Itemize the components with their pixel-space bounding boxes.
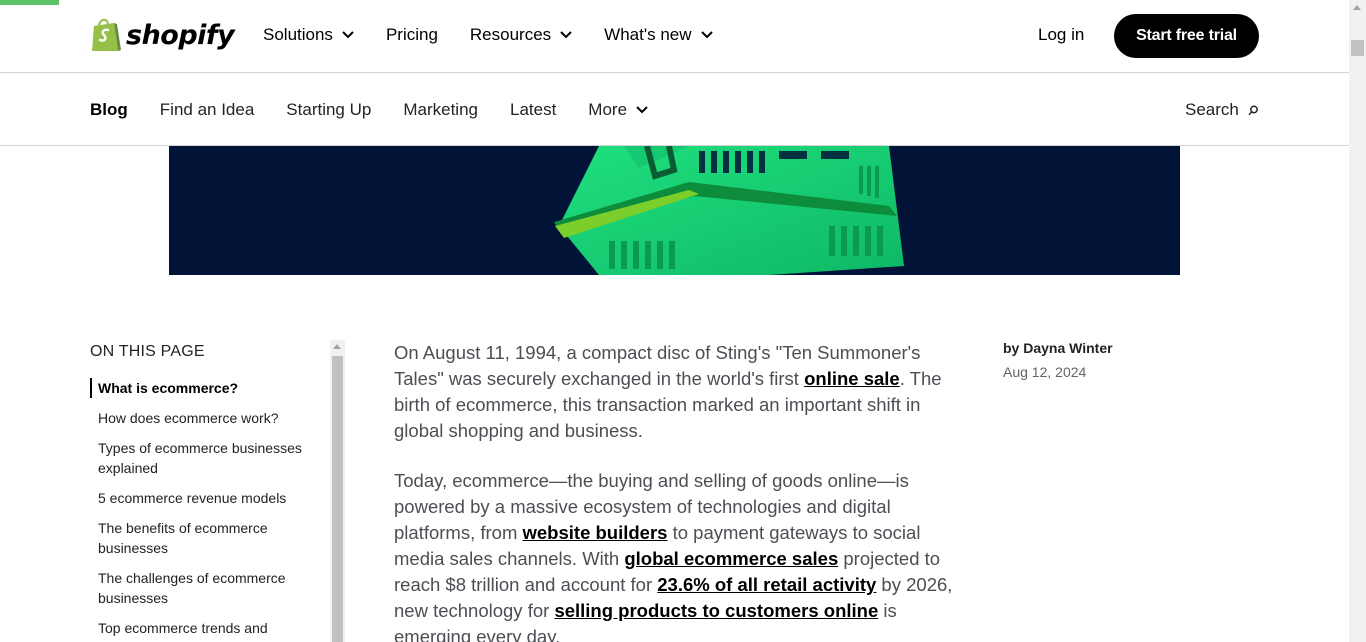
main-nav: Solutions Pricing Resources What's new [263, 25, 745, 45]
blog-navigation: Blog Find an Idea Starting Up Marketing … [0, 73, 1349, 146]
global-ecommerce-sales-link[interactable]: global ecommerce sales [624, 548, 838, 569]
blog-nav-items: Blog Find an Idea Starting Up Marketing … [90, 100, 680, 120]
nav-whats-new[interactable]: What's new [604, 25, 713, 45]
online-sale-link[interactable]: online sale [804, 368, 900, 389]
top-navigation: shopify Solutions Pricing Resources What… [0, 0, 1349, 73]
search-icon [1248, 105, 1258, 115]
toc-title: ON THIS PAGE [90, 343, 205, 360]
nav-solutions-label: Solutions [263, 25, 333, 44]
publish-date: Aug 12, 2024 [1003, 364, 1087, 380]
blog-nav-blog[interactable]: Blog [90, 100, 128, 120]
shopping-basket-illustration [554, 146, 904, 275]
start-free-trial-button[interactable]: Start free trial [1114, 14, 1259, 58]
blog-nav-marketing[interactable]: Marketing [403, 100, 478, 120]
toc-scrollbar-thumb[interactable] [332, 356, 343, 642]
chevron-down-icon [560, 31, 572, 39]
article-paragraph: On August 11, 1994, a compact disc of St… [394, 340, 954, 444]
article-body: On August 11, 1994, a compact disc of St… [394, 340, 954, 642]
blog-nav-starting-up[interactable]: Starting Up [286, 100, 371, 120]
login-link[interactable]: Log in [1038, 25, 1084, 45]
toc-item-how-does-ecommerce-work[interactable]: How does ecommerce work? [90, 408, 322, 428]
nav-resources-label: Resources [469, 25, 552, 44]
blog-nav-more-label: More [588, 100, 628, 119]
chevron-down-icon [342, 31, 354, 39]
blog-nav-more[interactable]: More [588, 100, 648, 120]
selling-products-online-link[interactable]: selling products to customers online [554, 600, 878, 621]
table-of-contents: What is ecommerce? How does ecommerce wo… [90, 378, 322, 642]
toc-item-trends[interactable]: Top ecommerce trends and [90, 618, 322, 638]
blog-nav-latest[interactable]: Latest [510, 100, 556, 120]
shopify-bag-icon [92, 18, 121, 51]
toc-item-types-of-ecommerce[interactable]: Types of ecommerce businesses explained [90, 438, 322, 478]
author-byline[interactable]: by Dayna Winter [1003, 340, 1113, 356]
toc-item-what-is-ecommerce[interactable]: What is ecommerce? [90, 378, 322, 398]
retail-activity-link[interactable]: 23.6% of all retail activity [657, 574, 876, 595]
nav-pricing-label: Pricing [385, 25, 438, 44]
hero-image [169, 146, 1180, 275]
brand-wordmark: shopify [126, 19, 235, 51]
chevron-down-icon [636, 106, 648, 114]
shopify-logo[interactable]: shopify [90, 17, 235, 53]
search-label: Search [1185, 100, 1239, 119]
toc-item-revenue-models[interactable]: 5 ecommerce revenue models [90, 488, 322, 508]
page-scrollbar[interactable] [1349, 0, 1366, 642]
scroll-up-arrow-icon[interactable] [1353, 5, 1361, 10]
nav-solutions[interactable]: Solutions [263, 25, 354, 45]
nav-resources[interactable]: Resources [470, 25, 572, 45]
page-scrollbar-thumb[interactable] [1351, 40, 1364, 56]
article-paragraph: Today, ecommerce—the buying and selling … [394, 468, 954, 642]
website-builders-link[interactable]: website builders [523, 522, 668, 543]
toc-item-benefits[interactable]: The benefits of ecommerce businesses [90, 518, 322, 558]
nav-whats-new-label: What's new [604, 25, 692, 44]
search-button[interactable]: Search [1185, 100, 1259, 120]
toc-scrollbar[interactable] [330, 340, 345, 642]
nav-pricing[interactable]: Pricing [386, 25, 438, 45]
scroll-up-arrow-icon[interactable] [333, 344, 341, 349]
toc-item-challenges[interactable]: The challenges of ecommerce businesses [90, 568, 322, 608]
blog-nav-find-an-idea[interactable]: Find an Idea [160, 100, 255, 120]
chevron-down-icon [700, 31, 713, 39]
